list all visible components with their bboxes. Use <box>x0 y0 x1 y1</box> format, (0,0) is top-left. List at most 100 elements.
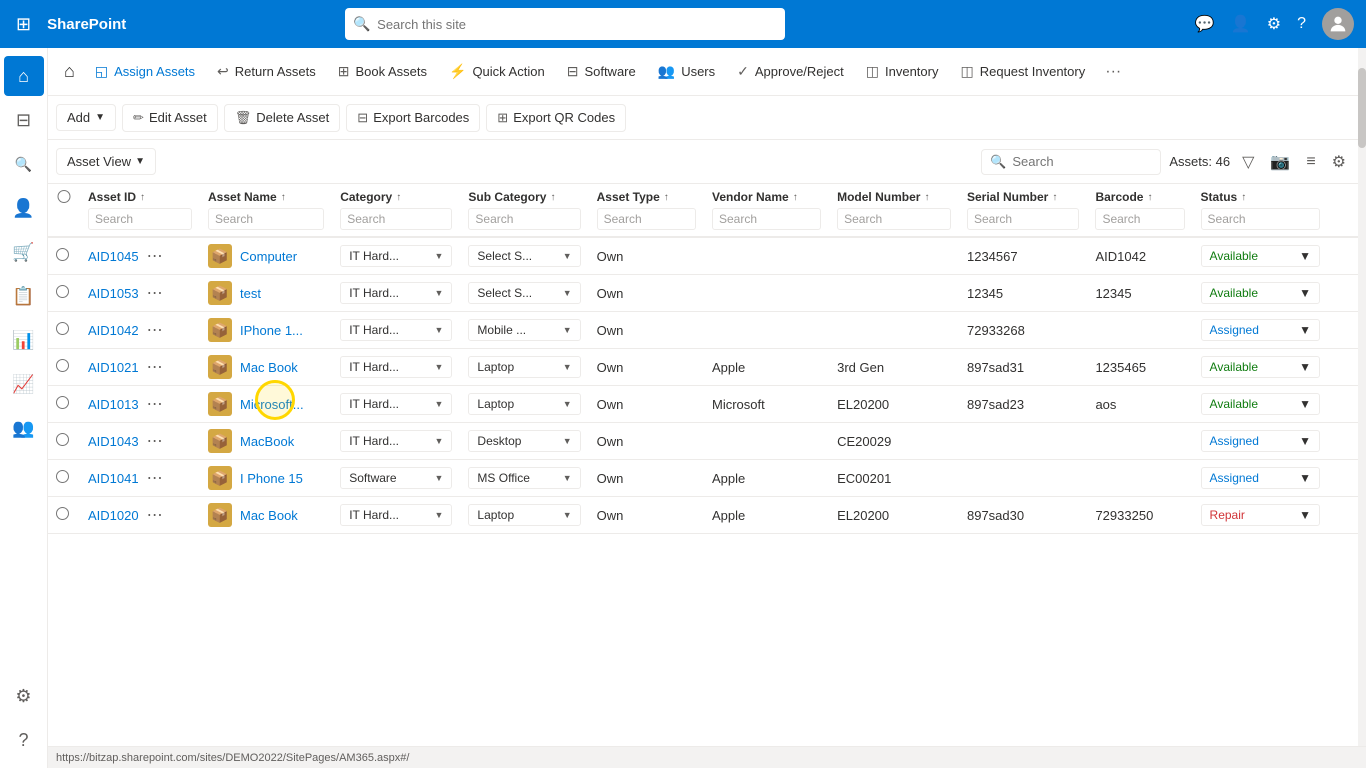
search-vendor-name[interactable] <box>712 208 821 230</box>
settings-view-icon[interactable]: ⚙ <box>1328 148 1350 176</box>
sidebar-item-settings[interactable]: ⚙ <box>4 676 44 716</box>
category-select[interactable]: IT Hard... ▼ <box>340 356 452 378</box>
row-radio[interactable] <box>56 396 69 409</box>
waffle-icon[interactable]: ⊞ <box>12 10 35 39</box>
row-radio[interactable] <box>56 359 69 372</box>
subcategory-select[interactable]: Mobile ... ▼ <box>468 319 580 341</box>
asset-name-link[interactable]: MacBook <box>240 434 294 449</box>
search-asset-type[interactable] <box>597 208 696 230</box>
ribbon-software-btn[interactable]: ⊟ Software <box>557 57 646 86</box>
category-select[interactable]: IT Hard... ▼ <box>340 430 452 452</box>
category-select[interactable]: IT Hard... ▼ <box>340 504 452 526</box>
search-asset-id[interactable] <box>88 208 192 230</box>
export-barcodes-button[interactable]: ⊟ Export Barcodes <box>346 104 480 132</box>
asset-name-link[interactable]: test <box>240 286 261 301</box>
row-radio[interactable] <box>56 285 69 298</box>
asset-name-link[interactable]: Mac Book <box>240 360 298 375</box>
ribbon-approve-btn[interactable]: ✓ Approve/Reject <box>727 57 854 86</box>
list-icon[interactable]: ≡ <box>1302 149 1319 175</box>
sidebar-item-people[interactable]: 👤 <box>4 188 44 228</box>
status-select[interactable]: Available ▼ <box>1201 245 1320 267</box>
sidebar-item-help[interactable]: ? <box>4 720 44 760</box>
settings-icon[interactable]: ⚙ <box>1267 14 1281 34</box>
asset-name-link[interactable]: IPhone 1... <box>240 323 303 338</box>
row-radio[interactable] <box>56 433 69 446</box>
ribbon-more-btn[interactable]: ··· <box>1097 57 1129 87</box>
asset-id-link[interactable]: AID1021 <box>88 360 139 375</box>
row-radio[interactable] <box>56 322 69 335</box>
col-vendor-name-sort[interactable]: ↑ <box>793 192 798 203</box>
view-select[interactable]: Asset View ▼ <box>56 148 156 175</box>
col-asset-id-sort[interactable]: ↑ <box>140 192 145 203</box>
sidebar-item-cart[interactable]: 🛒 <box>4 232 44 272</box>
row-radio[interactable] <box>56 248 69 261</box>
export-qr-button[interactable]: ⊞ Export QR Codes <box>486 104 626 132</box>
subcategory-select[interactable]: Select S... ▼ <box>468 245 580 267</box>
col-sub-category-sort[interactable]: ↑ <box>550 192 555 203</box>
delete-asset-button[interactable]: 🗑 Delete Asset <box>224 104 341 132</box>
subcategory-select[interactable]: Desktop ▼ <box>468 430 580 452</box>
status-select[interactable]: Available ▼ <box>1201 282 1320 304</box>
sidebar-item-orders[interactable]: 📋 <box>4 276 44 316</box>
col-category-sort[interactable]: ↑ <box>396 192 401 203</box>
category-select[interactable]: IT Hard... ▼ <box>340 282 452 304</box>
camera-icon[interactable]: 📷 <box>1266 148 1294 176</box>
sidebar-item-analytics[interactable]: 📈 <box>4 364 44 404</box>
ribbon-assign-assets-btn[interactable]: ◱ Assign Assets <box>85 57 205 86</box>
filter-icon[interactable]: ▽ <box>1238 148 1258 176</box>
col-status-sort[interactable]: ↑ <box>1241 192 1246 203</box>
col-asset-name-sort[interactable]: ↑ <box>281 192 286 203</box>
status-select[interactable]: Repair ▼ <box>1201 504 1320 526</box>
row-more-btn[interactable]: ⋯ <box>143 466 167 490</box>
asset-name-link[interactable]: Computer <box>240 249 297 264</box>
category-select[interactable]: IT Hard... ▼ <box>340 319 452 341</box>
search-status[interactable] <box>1201 208 1320 230</box>
row-radio[interactable] <box>56 470 69 483</box>
add-button[interactable]: Add ▼ <box>56 104 116 131</box>
ribbon-request-inventory-btn[interactable]: ◫ Request Inventory <box>950 57 1095 86</box>
help-icon[interactable]: ? <box>1297 15 1306 33</box>
col-serial-number-sort[interactable]: ↑ <box>1052 192 1057 203</box>
scrollbar-right[interactable] <box>1358 48 1366 768</box>
status-select[interactable]: Available ▼ <box>1201 393 1320 415</box>
global-search-input[interactable] <box>345 8 785 40</box>
row-more-btn[interactable]: ⋯ <box>143 244 167 268</box>
category-select[interactable]: IT Hard... ▼ <box>340 393 452 415</box>
search-model-number[interactable] <box>837 208 951 230</box>
asset-id-link[interactable]: AID1053 <box>88 286 139 301</box>
select-all-radio[interactable] <box>56 190 72 203</box>
sidebar-item-home[interactable]: ⌂ <box>4 56 44 96</box>
col-model-number-sort[interactable]: ↑ <box>924 192 929 203</box>
asset-id-link[interactable]: AID1013 <box>88 397 139 412</box>
asset-name-link[interactable]: Mac Book <box>240 508 298 523</box>
asset-id-link[interactable]: AID1041 <box>88 471 139 486</box>
sidebar-item-reports[interactable]: 📊 <box>4 320 44 360</box>
ribbon-quick-action-btn[interactable]: ⚡ Quick Action <box>439 57 555 86</box>
ribbon-home-btn[interactable]: ⌂ <box>56 57 83 86</box>
row-more-btn[interactable]: ⋯ <box>143 429 167 453</box>
status-select[interactable]: Assigned ▼ <box>1201 430 1320 452</box>
notification-icon[interactable]: 💬 <box>1195 14 1215 34</box>
row-radio[interactable] <box>56 507 69 520</box>
search-asset-name[interactable] <box>208 208 324 230</box>
row-more-btn[interactable]: ⋯ <box>143 318 167 342</box>
avatar[interactable] <box>1322 8 1354 40</box>
subcategory-select[interactable]: Laptop ▼ <box>468 504 580 526</box>
row-more-btn[interactable]: ⋯ <box>143 281 167 305</box>
asset-id-link[interactable]: AID1043 <box>88 434 139 449</box>
status-select[interactable]: Assigned ▼ <box>1201 467 1320 489</box>
status-select[interactable]: Assigned ▼ <box>1201 319 1320 341</box>
col-barcode-sort[interactable]: ↑ <box>1147 192 1152 203</box>
category-select[interactable]: IT Hard... ▼ <box>340 245 452 267</box>
sidebar-item-dashboard[interactable]: ⊟ <box>4 100 44 140</box>
category-select[interactable]: Software ▼ <box>340 467 452 489</box>
ribbon-book-assets-btn[interactable]: ⊞ Book Assets <box>328 57 437 86</box>
edit-asset-button[interactable]: ✏ Edit Asset <box>122 104 218 132</box>
ribbon-return-assets-btn[interactable]: ↩ Return Assets <box>207 57 326 86</box>
search-barcode[interactable] <box>1095 208 1184 230</box>
subcategory-select[interactable]: Laptop ▼ <box>468 356 580 378</box>
ribbon-inventory-btn[interactable]: ◫ Inventory <box>856 57 949 86</box>
col-asset-type-sort[interactable]: ↑ <box>664 192 669 203</box>
asset-id-link[interactable]: AID1020 <box>88 508 139 523</box>
subcategory-select[interactable]: MS Office ▼ <box>468 467 580 489</box>
